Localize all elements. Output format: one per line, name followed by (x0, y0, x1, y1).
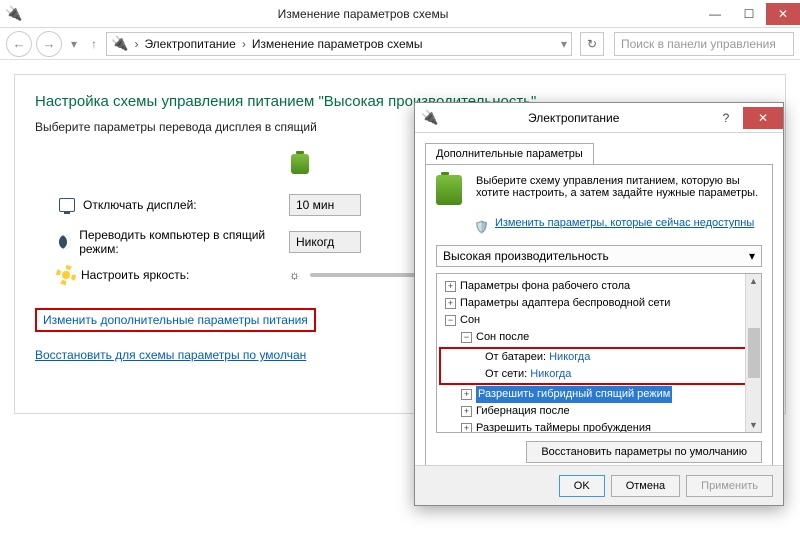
plan-combo-value: Высокая производительность (443, 249, 609, 263)
ok-button[interactable]: OK (559, 475, 605, 497)
tree-label-battery: От батареи: (485, 349, 546, 366)
maximize-button[interactable]: ☐ (732, 3, 766, 25)
addr-icon: 🔌 (111, 35, 128, 52)
tree-node-sleep[interactable]: Сон (460, 312, 480, 329)
addr-dropdown[interactable]: ▾ (561, 37, 567, 51)
back-button[interactable]: ← (6, 31, 32, 57)
window-title: Изменение параметров схемы (28, 7, 698, 21)
up-button[interactable]: ↑ (86, 31, 102, 57)
tree-label-plugged: От сети: (485, 366, 527, 383)
tree-node-wake-timers[interactable]: Разрешить таймеры пробуждения (476, 420, 651, 433)
breadcrumb-item-1[interactable]: Электропитание (144, 37, 235, 51)
advanced-settings-link[interactable]: Изменить дополнительные параметры питани… (35, 308, 316, 332)
minimize-button[interactable]: — (698, 3, 732, 25)
expand-icon[interactable]: + (461, 389, 472, 400)
sleep-label: Переводить компьютер в спящий режим: (79, 228, 279, 256)
address-bar[interactable]: 🔌 › Электропитание › Изменение параметро… (106, 32, 572, 56)
restore-defaults-link[interactable]: Восстановить для схемы параметры по умол… (35, 348, 306, 362)
tree-value-battery[interactable]: Никогда (549, 349, 590, 366)
dialog-help-button[interactable]: ? (709, 107, 743, 129)
power-options-dialog: 🔌 Электропитание ? ✕ Дополнительные пара… (414, 102, 784, 506)
change-unavailable-link[interactable]: Изменить параметры, которые сейчас недос… (495, 217, 754, 229)
breadcrumb-sep: › (242, 37, 246, 51)
tree-node-hibernate[interactable]: Гибернация после (476, 403, 570, 420)
expand-icon[interactable]: + (445, 298, 456, 309)
display-off-value[interactable]: 10 мин (289, 194, 361, 216)
tree-node-hybrid[interactable]: Разрешить гибридный спящий режим (476, 386, 672, 403)
dialog-icon: 🔌 (421, 109, 438, 126)
apply-button[interactable]: Применить (686, 475, 773, 497)
battery-icon (436, 175, 466, 209)
brightness-label: Настроить яркость: (81, 268, 189, 282)
scroll-down-icon[interactable]: ▼ (749, 420, 758, 430)
scroll-up-icon[interactable]: ▲ (749, 276, 758, 286)
search-input[interactable]: Поиск в панели управления (614, 32, 794, 56)
sun-icon (59, 268, 73, 282)
chevron-down-icon: ▾ (749, 249, 755, 263)
tree-node-sleep-after[interactable]: Сон после (476, 329, 529, 346)
collapse-icon[interactable]: − (461, 332, 472, 343)
dialog-close-button[interactable]: ✕ (743, 107, 783, 129)
expand-icon[interactable]: + (445, 281, 456, 292)
tree-value-plugged[interactable]: Никогда (530, 366, 571, 383)
close-button[interactable]: ✕ (766, 3, 800, 25)
sleep-value[interactable]: Никогд (289, 231, 361, 253)
app-icon: 🔌 (5, 5, 22, 22)
history-dropdown[interactable]: ▾ (66, 31, 82, 57)
moon-icon (59, 235, 71, 249)
display-off-label: Отключать дисплей: (83, 198, 197, 212)
tab-advanced[interactable]: Дополнительные параметры (425, 143, 594, 164)
dialog-description: Выберите схему управления питанием, кото… (476, 175, 762, 209)
shield-icon: 🛡️ (474, 220, 489, 234)
batt-side-icon (291, 154, 309, 174)
breadcrumb-item-2[interactable]: Изменение параметров схемы (252, 37, 423, 51)
monitor-icon (59, 198, 75, 212)
refresh-button[interactable]: ↻ (580, 32, 604, 56)
settings-tree[interactable]: + Параметры фона рабочего стола + Параметр… (436, 273, 762, 433)
tree-scrollbar[interactable]: ▲ ▼ (745, 274, 761, 432)
restore-defaults-button[interactable]: Восстановить параметры по умолчанию (526, 441, 762, 463)
plan-combo[interactable]: Высокая производительность ▾ (436, 245, 762, 267)
expand-icon[interactable]: + (461, 406, 472, 417)
cancel-button[interactable]: Отмена (611, 475, 680, 497)
expand-icon[interactable]: + (461, 423, 472, 433)
brightness-low-icon: ☼ (289, 268, 300, 282)
tree-node[interactable]: Параметры фона рабочего стола (460, 278, 630, 295)
dialog-title: Электропитание (438, 111, 709, 125)
scroll-thumb[interactable] (748, 328, 760, 378)
collapse-icon[interactable]: − (445, 315, 456, 326)
tree-node[interactable]: Параметры адаптера беспроводной сети (460, 295, 670, 312)
breadcrumb-sep: › (134, 37, 138, 51)
forward-button[interactable]: → (36, 31, 62, 57)
